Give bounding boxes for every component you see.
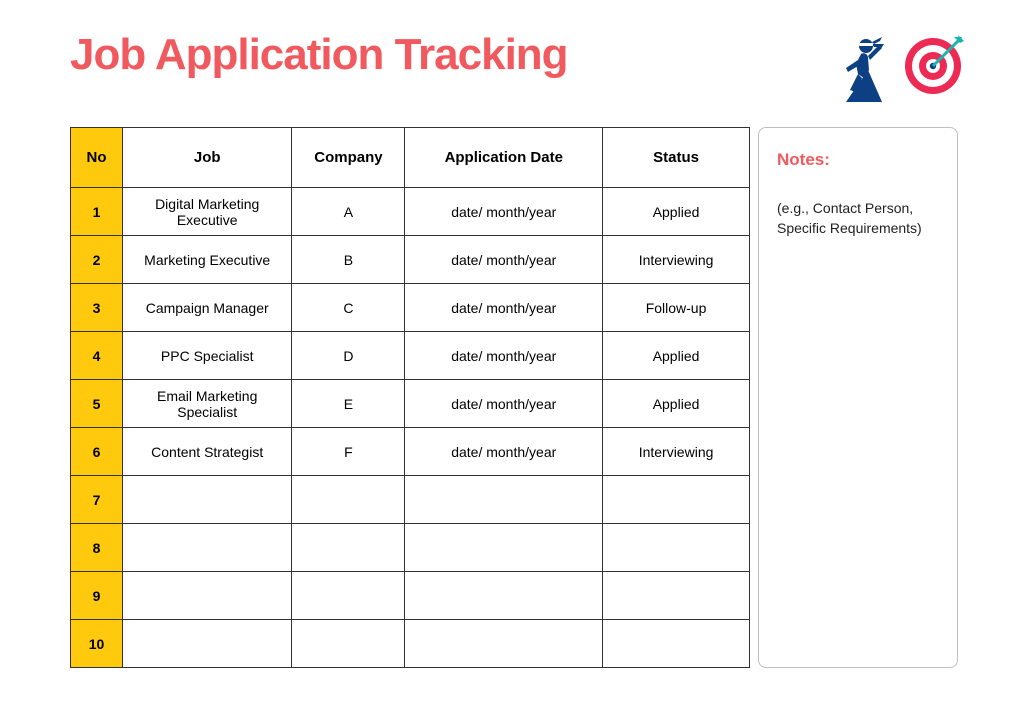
cell-date: date/ month/year: [405, 428, 603, 476]
cell-date: date/ month/year: [405, 284, 603, 332]
cell-date: [405, 524, 603, 572]
col-header-company: Company: [292, 128, 405, 188]
cell-company: C: [292, 284, 405, 332]
table-row: 7: [71, 476, 750, 524]
cell-company: B: [292, 236, 405, 284]
cell-no: 9: [71, 572, 123, 620]
cell-job: [122, 572, 291, 620]
cell-no: 5: [71, 380, 123, 428]
col-header-date: Application Date: [405, 128, 603, 188]
header-icons: [828, 30, 964, 107]
cell-status: Applied: [603, 188, 750, 236]
cell-company: [292, 620, 405, 668]
cell-company: [292, 524, 405, 572]
cell-no: 7: [71, 476, 123, 524]
cell-job: [122, 476, 291, 524]
cell-date: [405, 620, 603, 668]
cell-date: date/ month/year: [405, 380, 603, 428]
cell-status: Applied: [603, 380, 750, 428]
table-row: 10: [71, 620, 750, 668]
table-row: 6Content StrategistFdate/ month/yearInte…: [71, 428, 750, 476]
cell-company: [292, 476, 405, 524]
cell-status: Applied: [603, 332, 750, 380]
notes-panel: Notes: (e.g., Contact Person, Specific R…: [758, 127, 958, 668]
cell-status: [603, 476, 750, 524]
cell-no: 2: [71, 236, 123, 284]
table-row: 3Campaign ManagerCdate/ month/yearFollow…: [71, 284, 750, 332]
cell-company: F: [292, 428, 405, 476]
climber-icon: [828, 30, 894, 107]
col-header-job: Job: [122, 128, 291, 188]
col-header-no: No: [71, 128, 123, 188]
cell-company: D: [292, 332, 405, 380]
cell-status: [603, 572, 750, 620]
cell-status: Interviewing: [603, 428, 750, 476]
cell-job: Marketing Executive: [122, 236, 291, 284]
cell-status: [603, 524, 750, 572]
cell-no: 3: [71, 284, 123, 332]
cell-no: 8: [71, 524, 123, 572]
cell-company: A: [292, 188, 405, 236]
cell-job: [122, 524, 291, 572]
target-icon: [902, 35, 964, 102]
cell-job: Email Marketing Specialist: [122, 380, 291, 428]
cell-job: PPC Specialist: [122, 332, 291, 380]
cell-job: Content Strategist: [122, 428, 291, 476]
tracking-table: No Job Company Application Date Status 1…: [70, 127, 750, 668]
cell-date: date/ month/year: [405, 188, 603, 236]
cell-date: [405, 476, 603, 524]
notes-body: (e.g., Contact Person, Specific Requirem…: [777, 198, 939, 239]
cell-status: [603, 620, 750, 668]
cell-job: [122, 620, 291, 668]
cell-job: Digital Marketing Executive: [122, 188, 291, 236]
cell-date: date/ month/year: [405, 236, 603, 284]
cell-no: 4: [71, 332, 123, 380]
cell-date: date/ month/year: [405, 332, 603, 380]
table-row: 2Marketing ExecutiveBdate/ month/yearInt…: [71, 236, 750, 284]
page-title: Job Application Tracking: [70, 30, 568, 80]
cell-no: 10: [71, 620, 123, 668]
cell-status: Interviewing: [603, 236, 750, 284]
notes-title: Notes:: [777, 150, 939, 170]
table-header-row: No Job Company Application Date Status: [71, 128, 750, 188]
cell-no: 1: [71, 188, 123, 236]
table-row: 1Digital Marketing ExecutiveAdate/ month…: [71, 188, 750, 236]
cell-status: Follow-up: [603, 284, 750, 332]
table-row: 8: [71, 524, 750, 572]
cell-job: Campaign Manager: [122, 284, 291, 332]
cell-no: 6: [71, 428, 123, 476]
cell-company: [292, 572, 405, 620]
col-header-status: Status: [603, 128, 750, 188]
table-row: 9: [71, 572, 750, 620]
table-row: 5Email Marketing SpecialistEdate/ month/…: [71, 380, 750, 428]
cell-date: [405, 572, 603, 620]
cell-company: E: [292, 380, 405, 428]
table-row: 4PPC SpecialistDdate/ month/yearApplied: [71, 332, 750, 380]
